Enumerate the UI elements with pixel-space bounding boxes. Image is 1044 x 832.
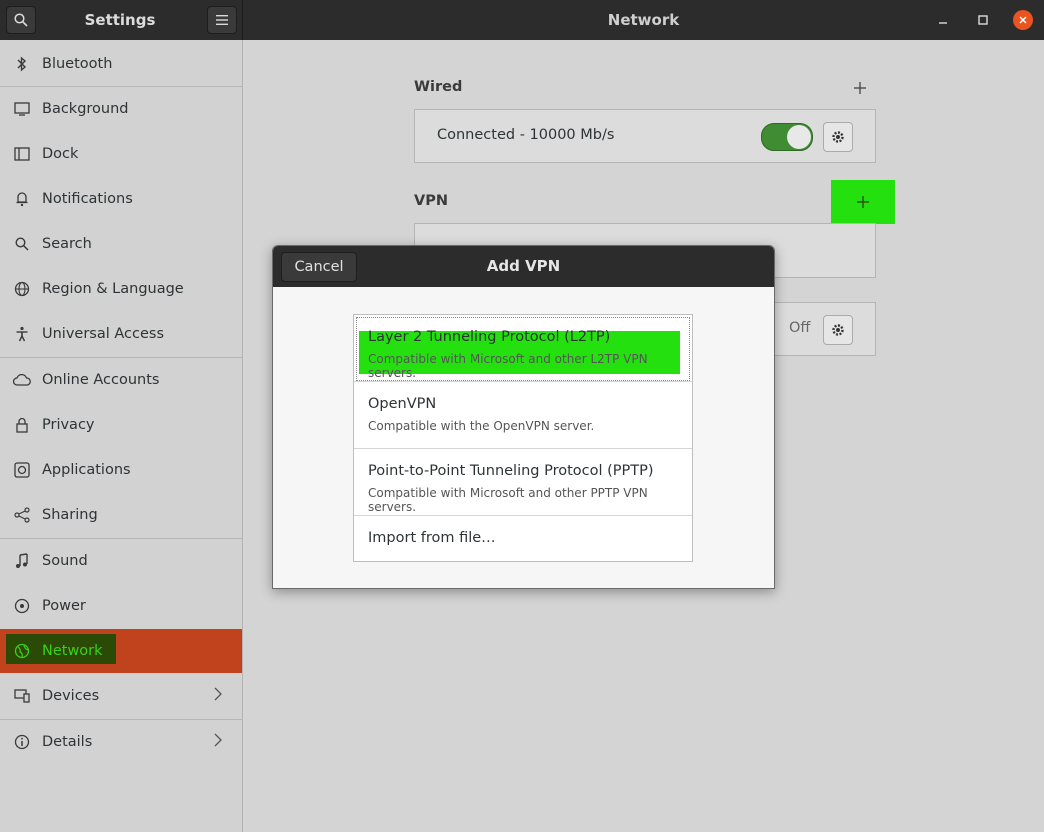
sidebar-item-label: Devices (42, 688, 100, 704)
add-wired-button[interactable] (853, 76, 867, 100)
vpn-option-import[interactable]: Import from file… (354, 516, 692, 561)
sidebar-item-search[interactable]: Search (0, 222, 242, 266)
add-vpn-button[interactable] (831, 180, 895, 224)
maximize-button[interactable] (973, 10, 993, 30)
sidebar-item-sound[interactable]: Sound (0, 539, 242, 583)
bell-icon (12, 189, 32, 209)
proxy-status: Off (789, 320, 811, 336)
minimize-icon (939, 22, 947, 24)
share-icon (12, 505, 32, 525)
sidebar-item-label: Power (42, 598, 86, 614)
close-icon (1019, 16, 1027, 24)
wired-toggle[interactable] (761, 123, 813, 151)
page-title: Network (607, 11, 680, 29)
network-icon (12, 641, 32, 661)
info-icon (12, 732, 32, 752)
sidebar-item-label: Notifications (42, 191, 133, 207)
sidebar-item-privacy[interactable]: Privacy (0, 403, 242, 447)
chevron-right-icon (214, 733, 222, 751)
search-icon (12, 234, 32, 254)
settings-title: Settings (84, 11, 156, 29)
sidebar: Bluetooth Background Dock Notifications … (0, 40, 243, 832)
proxy-settings-button[interactable] (823, 315, 853, 345)
minimize-button[interactable] (933, 10, 953, 30)
globe-icon (12, 279, 32, 299)
plus-icon (854, 82, 866, 94)
sidebar-item-label: Sharing (42, 507, 98, 523)
sidebar-item-label: Search (42, 236, 92, 252)
background-icon (12, 99, 32, 119)
sidebar-item-label: Universal Access (42, 326, 165, 342)
add-vpn-dialog: Cancel Add VPN Layer 2 Tunneling Protoco… (272, 245, 775, 589)
music-note-icon (12, 551, 32, 571)
option-subtitle: Compatible with Microsoft and other L2TP… (368, 352, 648, 380)
search-button[interactable] (6, 6, 36, 34)
lock-icon (12, 415, 32, 435)
sidebar-item-sharing[interactable]: Sharing (0, 493, 242, 537)
devices-icon (12, 686, 32, 706)
sidebar-item-label: Privacy (42, 417, 95, 433)
chevron-right-icon (214, 687, 222, 705)
sidebar-item-applications[interactable]: Applications (0, 448, 242, 492)
sidebar-item-devices[interactable]: Devices (0, 674, 242, 718)
sidebar-item-label: Region & Language (42, 281, 184, 297)
sidebar-item-label: Dock (42, 146, 79, 162)
wired-connection-row: Connected - 10000 Mb/s (414, 109, 876, 163)
sidebar-item-network[interactable]: Network (0, 629, 242, 673)
hamburger-menu-icon (216, 15, 228, 25)
plus-icon (857, 196, 869, 208)
maximize-icon (978, 15, 988, 25)
applications-icon (12, 460, 32, 480)
dock-icon (12, 144, 32, 164)
sidebar-item-label: Background (42, 101, 129, 117)
sidebar-item-dock[interactable]: Dock (0, 132, 242, 176)
sidebar-item-label: Online Accounts (42, 372, 160, 388)
sidebar-item-label: Details (42, 734, 93, 750)
toggle-knob (787, 125, 811, 149)
sidebar-item-region-language[interactable]: Region & Language (0, 267, 242, 311)
sidebar-item-label: Sound (42, 553, 88, 569)
search-icon (14, 13, 28, 27)
accessibility-icon (12, 324, 32, 344)
sidebar-item-online-accounts[interactable]: Online Accounts (0, 358, 242, 402)
sidebar-item-label: Applications (42, 462, 131, 478)
sidebar-item-universal-access[interactable]: Universal Access (0, 312, 242, 356)
vpn-option-openvpn[interactable]: OpenVPN Compatible with the OpenVPN serv… (354, 382, 692, 449)
gear-icon (832, 131, 844, 143)
dialog-header: Cancel Add VPN (273, 246, 774, 287)
cloud-icon (12, 370, 32, 390)
vpn-type-list: Layer 2 Tunneling Protocol (L2TP) Compat… (353, 314, 693, 562)
menu-button[interactable] (207, 6, 237, 34)
sidebar-item-details[interactable]: Details (0, 720, 242, 764)
gear-icon (832, 324, 844, 336)
sidebar-header: Settings (0, 0, 243, 40)
sidebar-item-notifications[interactable]: Notifications (0, 177, 242, 221)
sidebar-item-label: Network (42, 643, 103, 659)
close-button[interactable] (1013, 10, 1033, 30)
option-title: OpenVPN (368, 396, 437, 412)
sidebar-item-bluetooth[interactable]: Bluetooth (0, 42, 242, 86)
header-bar: Settings Network (0, 0, 1044, 40)
option-subtitle: Compatible with the OpenVPN server. (368, 419, 595, 433)
cancel-button[interactable]: Cancel (281, 252, 357, 282)
power-icon (12, 596, 32, 616)
bluetooth-icon (12, 54, 32, 74)
wired-section-title: Wired (414, 79, 463, 95)
vpn-option-l2tp[interactable]: Layer 2 Tunneling Protocol (L2TP) Compat… (354, 315, 692, 382)
sidebar-item-background[interactable]: Background (0, 87, 242, 131)
wired-status: Connected - 10000 Mb/s (437, 127, 615, 143)
vpn-option-pptp[interactable]: Point-to-Point Tunneling Protocol (PPTP)… (354, 449, 692, 516)
option-title: Layer 2 Tunneling Protocol (L2TP) (368, 329, 611, 345)
vpn-section-title: VPN (414, 193, 448, 209)
wired-settings-button[interactable] (823, 122, 853, 152)
option-title: Point-to-Point Tunneling Protocol (PPTP) (368, 463, 654, 479)
sidebar-item-power[interactable]: Power (0, 584, 242, 628)
sidebar-item-label: Bluetooth (42, 56, 113, 72)
option-title: Import from file… (368, 530, 496, 546)
option-subtitle: Compatible with Microsoft and other PPTP… (368, 486, 648, 514)
